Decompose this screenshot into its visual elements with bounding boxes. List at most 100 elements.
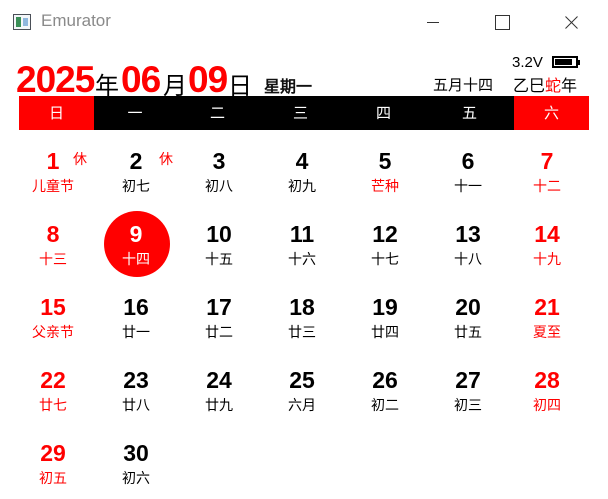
app-icon xyxy=(13,14,31,30)
solar-date: 20 xyxy=(455,294,481,320)
day-cell[interactable]: 13 十八 xyxy=(427,215,509,285)
day-cell[interactable]: 24 廿九 xyxy=(178,361,260,431)
month-number: 06 xyxy=(121,59,161,100)
month-unit: 月 xyxy=(163,72,187,100)
year-suffix: 年 xyxy=(561,76,578,95)
day-cell[interactable]: 7 十二 xyxy=(506,142,588,212)
lunar-date: 廿八 xyxy=(122,398,150,414)
weekday-sat: 六 xyxy=(514,96,589,130)
weekday-thu: 四 xyxy=(375,104,391,122)
battery-icon xyxy=(552,56,580,68)
lunar-date: 廿三 xyxy=(288,325,316,341)
day-cell[interactable]: 1 休 儿童节 xyxy=(12,142,94,212)
weekday-wed: 三 xyxy=(292,104,308,122)
day-cell[interactable]: 19 廿四 xyxy=(344,288,426,358)
solar-date: 23 xyxy=(123,367,149,393)
lunar-date: 廿二 xyxy=(205,325,233,341)
solar-date: 22 xyxy=(40,367,66,393)
weekday-sun: 日 xyxy=(19,96,94,130)
solar-date: 27 xyxy=(455,367,481,393)
lunar-date: 六月 xyxy=(288,398,316,414)
lunar-date: 初二 xyxy=(371,398,399,414)
lunar-date: 十九 xyxy=(533,252,561,268)
lunar-date: 初八 xyxy=(205,179,233,195)
day-cell[interactable]: 23 廿八 xyxy=(95,361,177,431)
weekday-tue: 二 xyxy=(209,104,225,122)
close-button[interactable] xyxy=(547,0,593,46)
solar-date: 25 xyxy=(289,367,315,393)
solar-date: 29 xyxy=(40,440,66,466)
solar-date: 24 xyxy=(206,367,232,393)
day-cell[interactable]: 26 初二 xyxy=(344,361,426,431)
lunar-date: 廿九 xyxy=(205,398,233,414)
lunar-date: 初五 xyxy=(39,471,67,487)
title-bar: Emurator xyxy=(0,0,608,46)
lunar-date: 父亲节 xyxy=(32,325,74,341)
weekday-mon: 一 xyxy=(127,104,143,122)
day-cell[interactable]: 25 六月 xyxy=(261,361,343,431)
day-cell[interactable]: 16 廿一 xyxy=(95,288,177,358)
solar-date: 28 xyxy=(534,367,560,393)
day-cell[interactable]: 22 廿七 xyxy=(12,361,94,431)
weekday-label: 星期一 xyxy=(264,77,313,96)
ganzhi-year: 乙巳蛇年 xyxy=(513,72,577,96)
solar-date: 9 xyxy=(129,221,143,247)
day-cell[interactable]: 21 夏至 xyxy=(506,288,588,358)
solar-date: 6 xyxy=(461,148,475,174)
weekday-fri: 五 xyxy=(461,104,477,122)
solar-date: 18 xyxy=(289,294,315,320)
solar-date: 14 xyxy=(534,221,560,247)
day-cell[interactable]: 3 初八 xyxy=(178,142,260,212)
solar-date: 12 xyxy=(372,221,398,247)
lunar-date: 夏至 xyxy=(533,325,561,341)
day-cell[interactable]: 29 初五 xyxy=(12,434,94,499)
day-cell[interactable]: 12 十七 xyxy=(344,215,426,285)
weekday-bar: 日 一 二 三 四 五 六 xyxy=(19,96,589,130)
solar-date: 8 xyxy=(46,221,60,247)
day-number: 09 xyxy=(188,59,228,100)
lunar-date: 十六 xyxy=(288,252,316,268)
day-cell[interactable]: 4 初九 xyxy=(261,142,343,212)
solar-date: 10 xyxy=(206,221,232,247)
lunar-date: 初九 xyxy=(288,179,316,195)
lunar-date: 芒种 xyxy=(371,179,399,195)
day-cell[interactable]: 11 十六 xyxy=(261,215,343,285)
day-cell[interactable]: 5 芒种 xyxy=(344,142,426,212)
window-title: Emurator xyxy=(41,11,111,30)
day-cell-today[interactable]: 9 十四 xyxy=(95,211,177,285)
lunar-date: 儿童节 xyxy=(32,179,74,195)
lunar-date: 十二 xyxy=(533,179,561,195)
day-cell[interactable]: 10 十五 xyxy=(178,215,260,285)
day-cell[interactable]: 2 休 初七 xyxy=(95,142,177,212)
day-cell[interactable]: 27 初三 xyxy=(427,361,509,431)
solar-date: 17 xyxy=(206,294,232,320)
lunar-date: 十八 xyxy=(454,252,482,268)
solar-date: 21 xyxy=(534,294,560,320)
day-cell[interactable]: 28 初四 xyxy=(506,361,588,431)
lunar-date: 廿五 xyxy=(454,325,482,341)
day-cell[interactable]: 8 十三 xyxy=(12,215,94,285)
lunar-date: 初四 xyxy=(533,398,561,414)
lunar-date: 初三 xyxy=(454,398,482,414)
lunar-date: 十四 xyxy=(122,252,150,268)
minimize-button[interactable] xyxy=(410,0,456,46)
maximize-button[interactable] xyxy=(479,0,525,46)
day-cell[interactable]: 30 初六 xyxy=(95,434,177,499)
day-cell[interactable]: 6 十一 xyxy=(427,142,509,212)
day-cell[interactable]: 14 十九 xyxy=(506,215,588,285)
holiday-badge: 休 xyxy=(73,152,87,168)
solar-date: 16 xyxy=(123,294,149,320)
year-unit: 年 xyxy=(95,72,119,100)
lunar-date: 初六 xyxy=(122,471,150,487)
lunar-date: 十三 xyxy=(39,252,67,268)
voltage-readout: 3.2V xyxy=(512,54,543,71)
solar-date: 7 xyxy=(540,148,554,174)
solar-date: 13 xyxy=(455,221,481,247)
day-cell[interactable]: 17 廿二 xyxy=(178,288,260,358)
day-cell[interactable]: 15 父亲节 xyxy=(12,288,94,358)
day-cell[interactable]: 20 廿五 xyxy=(427,288,509,358)
lunar-date: 十一 xyxy=(454,179,482,195)
day-cell[interactable]: 18 廿三 xyxy=(261,288,343,358)
zodiac-animal: 蛇 xyxy=(545,76,562,95)
solar-date: 15 xyxy=(40,294,66,320)
